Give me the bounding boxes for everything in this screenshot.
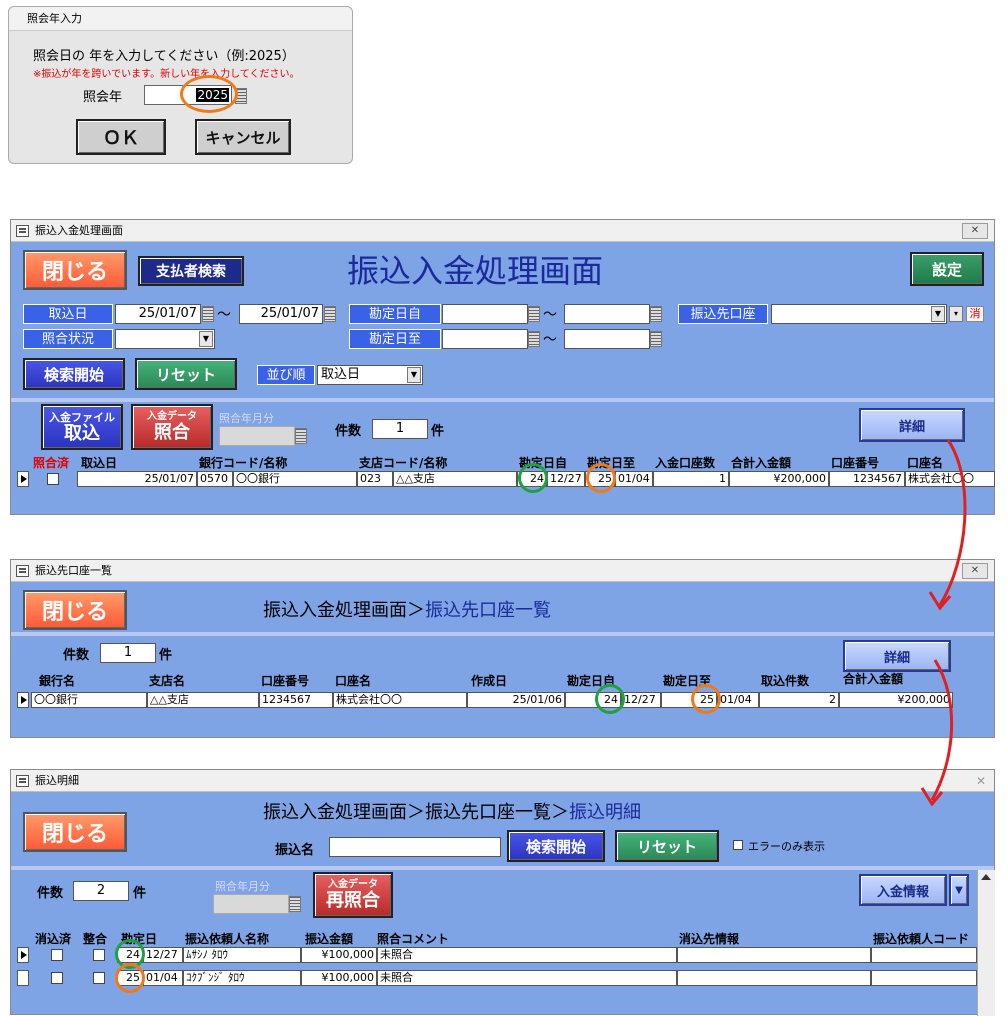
arrow-account-list-to-details [930,659,954,801]
arrow-head-2 [920,787,944,807]
flow-arrows [920,439,967,807]
arrow-detail-to-account-list [938,439,967,606]
